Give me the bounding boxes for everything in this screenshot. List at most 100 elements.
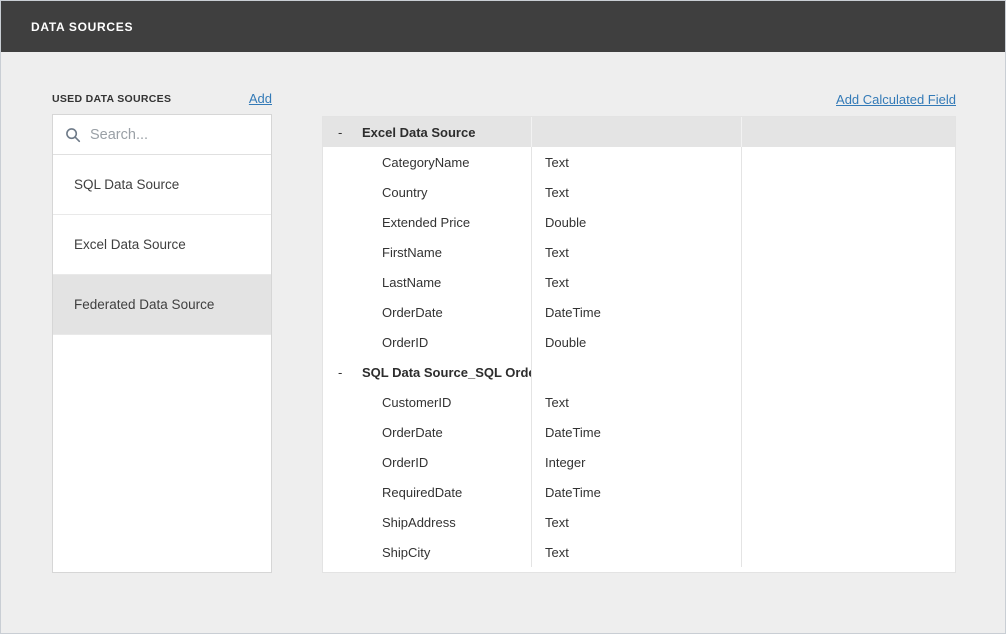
- used-data-sources-header: USED DATA SOURCES Add: [52, 91, 272, 106]
- data-source-list-item[interactable]: SQL Data Source: [53, 155, 271, 215]
- field-type-cell: DateTime: [532, 477, 742, 507]
- field-type-cell: Text: [532, 387, 742, 417]
- field-row[interactable]: Extended Price Double: [323, 207, 955, 237]
- field-row[interactable]: CustomerID Text: [323, 387, 955, 417]
- field-type: DateTime: [545, 485, 601, 500]
- field-name: CategoryName: [323, 155, 469, 170]
- field-type: Text: [545, 245, 569, 260]
- field-name: CustomerID: [323, 395, 451, 410]
- field-extra-cell: [742, 447, 955, 477]
- field-name-cell: FirstName: [323, 237, 532, 267]
- field-row[interactable]: LastName Text: [323, 267, 955, 297]
- field-group-row[interactable]: - Excel Data Source: [323, 117, 955, 147]
- collapse-minus-icon[interactable]: -: [338, 365, 362, 380]
- field-type: Text: [545, 185, 569, 200]
- field-name-cell: LastName: [323, 267, 532, 297]
- field-type-cell: Text: [532, 507, 742, 537]
- search-icon: [65, 127, 81, 143]
- field-group-row[interactable]: - SQL Data Source_SQL Orders: [323, 357, 955, 387]
- data-source-list-panel: SQL Data Source Excel Data Source Federa…: [52, 114, 272, 573]
- field-type: Text: [545, 275, 569, 290]
- field-extra-cell: [742, 147, 955, 177]
- field-type: Double: [545, 335, 586, 350]
- field-row[interactable]: OrderID Integer: [323, 447, 955, 477]
- field-name-cell: CategoryName: [323, 147, 532, 177]
- field-type-cell: Double: [532, 207, 742, 237]
- field-type-cell: Text: [532, 177, 742, 207]
- field-name-cell: OrderID: [323, 327, 532, 357]
- field-row[interactable]: Country Text: [323, 177, 955, 207]
- data-source-name: Federated Data Source: [74, 297, 214, 312]
- search-box: [53, 115, 271, 155]
- field-row[interactable]: RequiredDate DateTime: [323, 477, 955, 507]
- field-name-cell: OrderDate: [323, 417, 532, 447]
- field-name-cell: Extended Price: [323, 207, 532, 237]
- field-extra-cell: [742, 267, 955, 297]
- field-extra-cell: [742, 327, 955, 357]
- field-row[interactable]: ShipCity Text: [323, 537, 955, 567]
- field-type: Text: [545, 395, 569, 410]
- field-extra-cell: [742, 477, 955, 507]
- field-row[interactable]: OrderID Double: [323, 327, 955, 357]
- field-type-cell: Double: [532, 327, 742, 357]
- field-type: Integer: [545, 455, 585, 470]
- field-name-cell: CustomerID: [323, 387, 532, 417]
- used-data-sources-label: USED DATA SOURCES: [52, 93, 171, 106]
- data-source-name: SQL Data Source: [74, 177, 179, 192]
- field-row[interactable]: OrderDate DateTime: [323, 417, 955, 447]
- fields-header: Add Calculated Field: [322, 91, 956, 109]
- group-name-cell: - SQL Data Source_SQL Orders: [323, 357, 532, 387]
- group-type-cell: [532, 357, 742, 387]
- field-row[interactable]: OrderDate DateTime: [323, 297, 955, 327]
- field-type: DateTime: [545, 425, 601, 440]
- field-extra-cell: [742, 207, 955, 237]
- group-name: SQL Data Source_SQL Orders: [362, 365, 532, 380]
- field-extra-cell: [742, 387, 955, 417]
- field-type: Text: [545, 155, 569, 170]
- field-row[interactable]: ShipAddress Text: [323, 507, 955, 537]
- field-extra-cell: [742, 417, 955, 447]
- field-name: OrderID: [323, 335, 428, 350]
- data-source-list: SQL Data Source Excel Data Source Federa…: [53, 155, 271, 335]
- field-extra-cell: [742, 237, 955, 267]
- field-type-cell: DateTime: [532, 417, 742, 447]
- field-name-cell: OrderID: [323, 447, 532, 477]
- field-name: LastName: [323, 275, 441, 290]
- collapse-minus-icon[interactable]: -: [338, 125, 362, 140]
- group-name-cell: - Excel Data Source: [323, 117, 532, 147]
- data-source-list-item[interactable]: Federated Data Source: [53, 275, 271, 335]
- group-extra-cell: [742, 117, 955, 147]
- field-type: Double: [545, 215, 586, 230]
- data-source-list-item[interactable]: Excel Data Source: [53, 215, 271, 275]
- field-row[interactable]: CategoryName Text: [323, 147, 955, 177]
- field-row[interactable]: FirstName Text: [323, 237, 955, 267]
- field-extra-cell: [742, 507, 955, 537]
- field-name: ShipCity: [323, 545, 430, 560]
- search-input[interactable]: [90, 127, 277, 143]
- titlebar: DATA SOURCES: [1, 1, 1005, 52]
- field-name: OrderDate: [323, 425, 443, 440]
- field-type: Text: [545, 515, 569, 530]
- field-type-cell: Text: [532, 237, 742, 267]
- page-title: DATA SOURCES: [31, 20, 133, 34]
- data-sources-screen: DATA SOURCES USED DATA SOURCES Add SQL D…: [0, 0, 1006, 634]
- field-extra-cell: [742, 537, 955, 567]
- add-calculated-field-link[interactable]: Add Calculated Field: [836, 92, 956, 107]
- group-type-cell: [532, 117, 742, 147]
- field-name-cell: Country: [323, 177, 532, 207]
- group-name: Excel Data Source: [362, 125, 475, 140]
- field-type-cell: DateTime: [532, 297, 742, 327]
- add-data-source-link[interactable]: Add: [249, 91, 272, 106]
- field-name-cell: RequiredDate: [323, 477, 532, 507]
- field-type-cell: Text: [532, 267, 742, 297]
- field-extra-cell: [742, 297, 955, 327]
- field-name: ShipAddress: [323, 515, 456, 530]
- field-type: DateTime: [545, 305, 601, 320]
- fields-table: - Excel Data Source CategoryName Text Co…: [322, 116, 956, 573]
- field-type-cell: Integer: [532, 447, 742, 477]
- field-name: OrderID: [323, 455, 428, 470]
- field-type-cell: Text: [532, 147, 742, 177]
- field-name-cell: ShipAddress: [323, 507, 532, 537]
- field-name: FirstName: [323, 245, 442, 260]
- field-name: Extended Price: [323, 215, 470, 230]
